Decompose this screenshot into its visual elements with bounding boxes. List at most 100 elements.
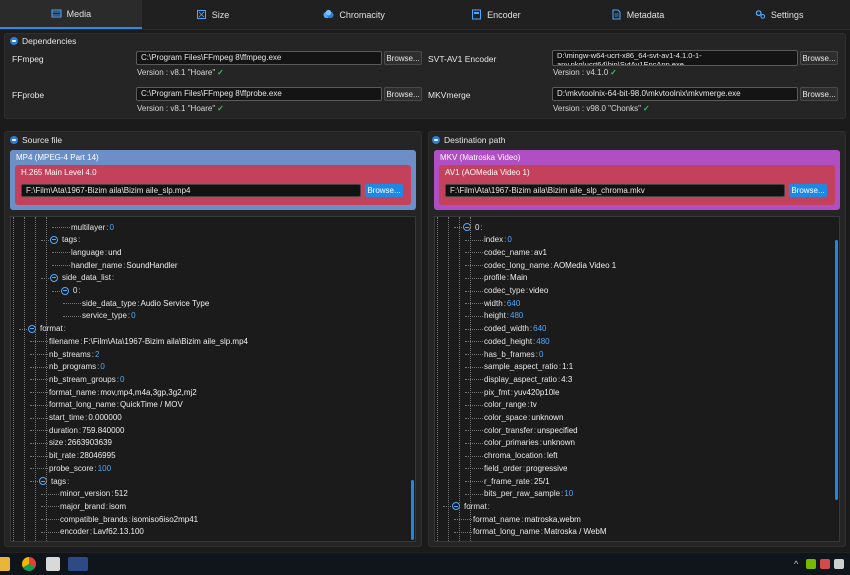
ffmpeg-label: FFmpeg [12,54,44,64]
ffprobe-path-field[interactable]: C:\Program Files\FFmpeg 8\ffprobe.exe [136,87,382,101]
property-separator: : [116,374,119,384]
tree-connector [41,531,59,533]
tab-label: Media [66,8,92,19]
destination-scrollbar[interactable] [835,240,838,500]
property-value: 480 [510,311,524,321]
property-value: 0 [109,222,114,232]
tree-group-node[interactable]: format: [452,500,491,512]
tree-property-row: probe_score:100 [49,462,111,474]
property-key: format_long_name [473,527,540,537]
source-browse-button[interactable]: Browse... [365,184,403,197]
svt-av1-browse-button[interactable]: Browse... [800,51,838,65]
property-separator: : [521,514,524,524]
collapse-icon[interactable] [10,136,18,144]
tree-property-row: size:2663903639 [49,437,112,449]
tree-connector [465,442,483,444]
tree-property-row: color_transfer: unspecified [484,424,578,436]
property-separator: : [539,438,542,448]
source-header: Source file [10,135,62,145]
tab-chromacity[interactable]: Chromacity [283,0,425,29]
property-separator: : [78,235,81,245]
collapse-toggle-icon[interactable] [50,273,58,282]
tab-size[interactable]: Size [142,0,284,29]
tree-property-row: bits_per_raw_sample:10 [484,488,573,500]
tab-media[interactable]: Media [0,0,142,29]
tray-chevron-icon[interactable]: ^ [794,557,802,571]
property-key: color_transfer [484,425,533,435]
tab-settings[interactable]: Settings [708,0,850,29]
property-value: unspecified [537,425,578,435]
destination-header: Destination path [432,135,505,145]
tree-group-node[interactable]: tags: [39,475,70,487]
collapse-icon[interactable] [432,136,440,144]
active-app-icon[interactable] [68,557,88,571]
property-separator: : [510,387,514,397]
collapse-toggle-icon[interactable] [61,286,69,295]
ffprobe-browse-button[interactable]: Browse... [384,87,422,101]
property-value: progressive [526,463,568,473]
tree-property-row: duration:759.840000 [49,424,124,436]
property-separator: : [105,501,109,511]
property-key: codec_name [484,247,530,257]
tab-label: Settings [770,9,804,20]
tree-property-row: nb_stream_groups:0 [49,373,124,385]
ffmpeg-browse-button[interactable]: Browse... [384,51,422,65]
property-separator: : [67,476,70,486]
chrome-icon[interactable] [22,557,36,571]
property-separator: : [522,463,526,473]
tree-guide-line [13,217,14,541]
tab-encoder[interactable]: Encoder [425,0,567,29]
mkvmerge-path-field[interactable]: D:\mkvtoolnix-64-bit-98.0\mkvtoolnix\mkv… [552,87,798,101]
property-value: Matroska / WebM [543,527,607,537]
app-icon[interactable] [46,557,60,571]
tree-connector [465,328,483,330]
destination-browse-button[interactable]: Browse... [789,184,827,197]
ffprobe-label: FFprobe [12,90,45,100]
ffmpeg-version: Version : v8.1 "Hoare" ✓ [137,68,224,77]
property-separator: : [504,235,507,245]
property-value: 759.840000 [82,425,125,435]
tray-app2-icon[interactable] [834,559,844,569]
tree-group-node[interactable]: format: [28,323,67,335]
destination-metadata-tree[interactable]: 0: index:0 codec_name: av1 codec_long_name: A… [434,216,840,542]
tree-group-node[interactable]: side_data_list: [50,272,115,284]
property-separator: : [503,298,506,308]
property-separator: : [506,311,510,321]
property-key: color_space [484,413,528,422]
tree-group-node[interactable]: 0: [61,285,82,297]
tree-property-row: codec_type: video [484,285,548,297]
folder-icon[interactable] [0,557,10,571]
property-value: 2 [95,349,100,359]
tree-connector [443,506,451,508]
tree-group-node[interactable]: 0: [463,221,484,233]
property-value: 2663903639 [67,438,112,448]
tree-property-row: bit_rate:28046995 [49,450,116,462]
collapse-toggle-icon[interactable] [50,235,58,244]
property-value: 640 [533,324,547,334]
source-scrollbar[interactable] [411,480,414,540]
mkvmerge-browse-button[interactable]: Browse... [800,87,838,101]
nvidia-icon[interactable] [806,559,816,569]
tree-connector [52,265,70,267]
tab-metadata[interactable]: Metadata [567,0,709,29]
source-metadata-tree[interactable]: multilayer:0 tags: language: und handler_nam… [10,216,416,542]
ffmpeg-path-field[interactable]: C:\Program Files\FFmpeg 8\ffmpeg.exe [136,51,382,65]
property-value: unknown [531,413,564,422]
destination-path-field[interactable]: F:\Film\Ata\1967-Bizim aila\Bizim aile_s… [445,184,785,197]
property-key: tags [62,235,78,245]
tray-app-icon[interactable] [820,559,830,569]
tree-group-node[interactable]: tags: [50,234,81,246]
property-key: compatible_brands [60,514,128,524]
property-separator: : [529,324,533,334]
source-path-field[interactable]: F:\Film\Ata\1967-Bizim aila\Bizim aile_s… [21,184,361,197]
tree-connector [41,239,49,241]
collapse-icon[interactable] [10,37,18,45]
property-separator: : [533,336,536,346]
property-key: format [40,324,63,334]
tree-connector [465,455,483,457]
property-key: bit_rate [49,451,76,461]
property-value: 640 [506,298,521,308]
tree-guide-line [24,217,25,541]
svt-av1-path-field[interactable]: D:\mingw-w64-ucrt-x86_64-svt-av1-4.1.0-1… [552,50,798,66]
section-title: Destination path [444,135,506,145]
